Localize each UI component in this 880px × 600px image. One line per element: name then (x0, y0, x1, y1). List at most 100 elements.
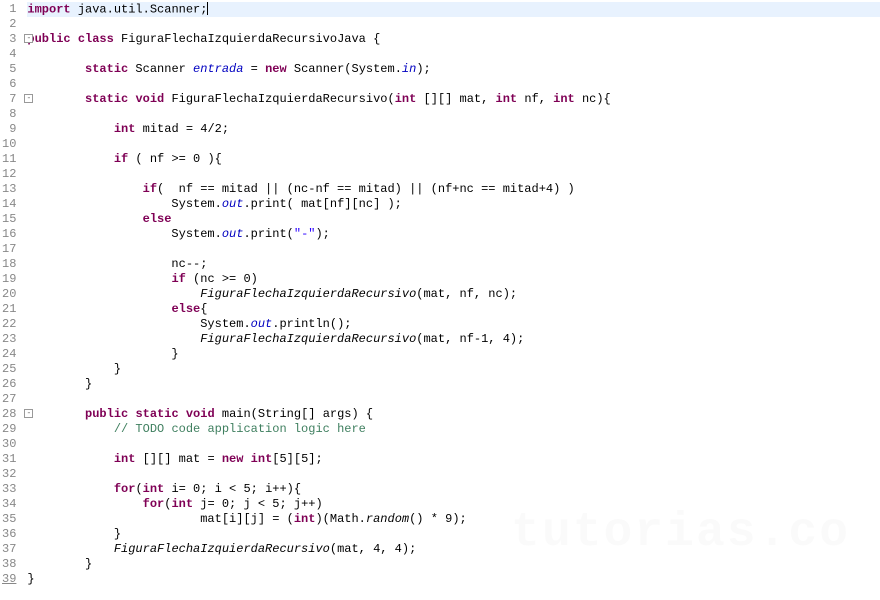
line-number: 37 (2, 542, 16, 557)
line-number: 25 (2, 362, 16, 377)
code-line[interactable]: else (27, 212, 880, 227)
code-line[interactable] (27, 167, 880, 182)
line-number: 32 (2, 467, 16, 482)
code-token: static (135, 407, 178, 421)
code-line[interactable]: else{ (27, 302, 880, 317)
line-number: 34 (2, 497, 16, 512)
code-token: ( (135, 482, 142, 496)
code-line[interactable] (27, 47, 880, 62)
code-line[interactable]: nc--; (27, 257, 880, 272)
code-token: public (85, 407, 128, 421)
code-line[interactable]: if ( nf >= 0 ){ (27, 152, 880, 167)
code-line[interactable]: } (27, 362, 880, 377)
code-token: .print( mat[nf][nc] ); (243, 197, 401, 211)
code-line[interactable]: static Scanner entrada = new Scanner(Sys… (27, 62, 880, 77)
code-line[interactable]: FiguraFlechaIzquierdaRecursivo(mat, nf, … (27, 287, 880, 302)
code-token (27, 497, 142, 511)
code-line[interactable] (27, 77, 880, 92)
code-token: nf, (517, 92, 553, 106)
code-line[interactable]: } (27, 377, 880, 392)
code-token: = (243, 62, 265, 76)
code-line[interactable] (27, 107, 880, 122)
code-token: Scanner (128, 62, 193, 76)
code-line[interactable]: System.out.print("-"); (27, 227, 880, 242)
code-token (27, 407, 85, 421)
line-number: 20 (2, 287, 16, 302)
fold-toggle-icon[interactable]: - (24, 94, 33, 103)
code-token (27, 422, 113, 436)
code-token: in (402, 62, 416, 76)
code-line[interactable] (27, 467, 880, 482)
code-line[interactable]: -public class FiguraFlechaIzquierdaRecur… (27, 32, 880, 47)
code-token: random (366, 512, 409, 526)
code-line[interactable]: FiguraFlechaIzquierdaRecursivo(mat, 4, 4… (27, 542, 880, 557)
code-token: int (143, 482, 165, 496)
code-line[interactable] (27, 137, 880, 152)
code-line[interactable]: System.out.print( mat[nf][nc] ); (27, 197, 880, 212)
code-token: { (200, 302, 207, 316)
code-token: [][] mat, (416, 92, 495, 106)
code-line[interactable]: import java.util.Scanner; (27, 2, 880, 17)
code-line[interactable]: } (27, 527, 880, 542)
code-line[interactable]: for(int j= 0; j < 5; j++) (27, 497, 880, 512)
fold-toggle-icon[interactable]: - (24, 34, 33, 43)
code-line[interactable]: int mitad = 4/2; (27, 122, 880, 137)
code-token: } (27, 347, 178, 361)
code-token: FiguraFlechaIzquierdaRecursivo (200, 332, 416, 346)
code-line[interactable] (27, 242, 880, 257)
code-token (71, 32, 78, 46)
code-token: FiguraFlechaIzquierdaRecursivo( (164, 92, 394, 106)
code-line[interactable]: mat[i][j] = (int)(Math.random() * 9); (27, 512, 880, 527)
code-line[interactable]: - public static void main(String[] args)… (27, 407, 880, 422)
code-token: } (27, 557, 92, 571)
code-area[interactable]: tutorias.co import java.util.Scanner;-pu… (23, 0, 880, 600)
code-line[interactable]: int [][] mat = new int[5][5]; (27, 452, 880, 467)
code-token: int (171, 497, 193, 511)
code-token (27, 542, 113, 556)
code-token: out (222, 227, 244, 241)
code-line[interactable] (27, 437, 880, 452)
code-token: if (114, 152, 128, 166)
code-token: int (251, 452, 273, 466)
code-token: int (395, 92, 417, 106)
code-line[interactable]: // TODO code application logic here (27, 422, 880, 437)
line-number: 10 (2, 137, 16, 152)
code-token (27, 152, 113, 166)
code-token: .println(); (272, 317, 351, 331)
code-line[interactable]: - static void FiguraFlechaIzquierdaRecur… (27, 92, 880, 107)
code-token: } (27, 377, 92, 391)
code-token (27, 287, 200, 301)
line-number: 28 (2, 407, 16, 422)
code-token: ( nf == mitad || (nc-nf == mitad) || (nf… (157, 182, 575, 196)
code-line[interactable]: } (27, 557, 880, 572)
line-number: 5 (2, 62, 16, 77)
line-number: 35 (2, 512, 16, 527)
code-token: FiguraFlechaIzquierdaRecursivo (114, 542, 330, 556)
code-token: int (496, 92, 518, 106)
line-number: 38 (2, 557, 16, 572)
code-token: int (114, 122, 136, 136)
code-line[interactable] (27, 392, 880, 407)
code-line[interactable]: if (nc >= 0) (27, 272, 880, 287)
code-token: "-" (294, 227, 316, 241)
line-number: 30 (2, 437, 16, 452)
code-token: System. (27, 227, 221, 241)
line-number: 13 (2, 182, 16, 197)
code-token: mitad = 4/2; (135, 122, 229, 136)
code-line[interactable]: } (27, 347, 880, 362)
code-line[interactable]: System.out.println(); (27, 317, 880, 332)
line-number: 29 (2, 422, 16, 437)
code-token: else (143, 212, 172, 226)
code-line[interactable]: for(int i= 0; i < 5; i++){ (27, 482, 880, 497)
code-line[interactable]: } (27, 572, 880, 587)
code-token (27, 302, 171, 316)
fold-toggle-icon[interactable]: - (24, 409, 33, 418)
code-line[interactable] (27, 17, 880, 32)
code-token: System. (27, 197, 221, 211)
code-token: for (143, 497, 165, 511)
line-number: 7 (2, 92, 16, 107)
code-line[interactable]: FiguraFlechaIzquierdaRecursivo(mat, nf-1… (27, 332, 880, 347)
line-number: 33 (2, 482, 16, 497)
code-token: new (265, 62, 287, 76)
code-line[interactable]: if( nf == mitad || (nc-nf == mitad) || (… (27, 182, 880, 197)
